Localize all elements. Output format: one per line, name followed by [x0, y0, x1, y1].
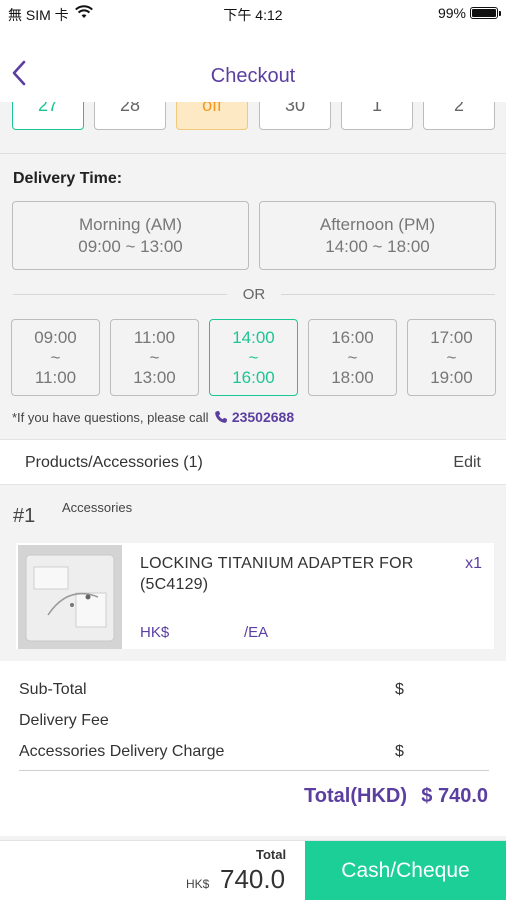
- slot-start: 11:00: [133, 328, 176, 347]
- date-chip[interactable]: 1: [341, 102, 413, 130]
- checkout-footer: Total HK$ 740.0 Cash/Cheque: [0, 840, 506, 900]
- item-index: #1: [13, 505, 36, 527]
- delivery-time-label: Delivery Time:: [13, 170, 123, 187]
- contact-note: *If you have questions, please call 2350…: [12, 409, 294, 425]
- accessories-charge-label: Accessories Delivery Charge: [19, 743, 225, 760]
- product-quantity: x1: [465, 555, 482, 572]
- battery-icon: [470, 7, 501, 19]
- morning-period-button[interactable]: Morning (AM) 09:00 ~ 13:00: [12, 201, 249, 270]
- pay-cash-cheque-button[interactable]: Cash/Cheque: [305, 841, 506, 900]
- slot-end: 16:00: [232, 368, 275, 387]
- product-thumbnail: [18, 545, 122, 649]
- slot-start: 09:00: [34, 328, 77, 347]
- status-bar: 無 SIM 卡 下午 4:12 99%: [0, 0, 506, 26]
- item-category: Accessories: [62, 500, 133, 515]
- date-selector: 27 28 off 30 1 2: [0, 102, 506, 154]
- accessories-charge-value: $: [395, 743, 404, 760]
- order-summary: Sub-Total $ Delivery Fee Accessories Del…: [0, 661, 506, 836]
- period-range: 09:00 ~ 13:00: [78, 237, 183, 256]
- date-chip[interactable]: 30: [259, 102, 331, 130]
- battery-percent: 99%: [437, 5, 466, 21]
- time-slot-button[interactable]: 11:00 ~ 13:00: [110, 319, 199, 396]
- products-header: Products/Accessories (1) Edit: [0, 439, 506, 485]
- phone-link[interactable]: 23502688: [232, 409, 294, 425]
- footer-total-label: Total: [256, 847, 287, 862]
- product-name: LOCKING TITANIUM ADAPTER FOR (5C4129): [140, 555, 414, 593]
- slot-sep: ~: [446, 348, 457, 367]
- subtotal-label: Sub-Total: [19, 681, 87, 698]
- subtotal-value: $: [395, 681, 404, 698]
- slot-end: 19:00: [430, 368, 473, 387]
- summary-divider: [19, 770, 489, 771]
- period-name: Morning (AM): [79, 215, 182, 234]
- date-chip[interactable]: 27: [12, 102, 84, 130]
- total-label: Total(HKD): [304, 785, 407, 807]
- edit-button[interactable]: Edit: [453, 454, 481, 472]
- slot-sep: ~: [248, 348, 259, 367]
- time-slot-button[interactable]: 09:00 ~ 11:00: [11, 319, 100, 396]
- slot-end: 13:00: [133, 368, 176, 387]
- period-name: Afternoon (PM): [319, 215, 436, 234]
- delivery-fee-label: Delivery Fee: [19, 712, 109, 729]
- slot-sep: ~: [347, 348, 358, 367]
- products-header-label: Products/Accessories (1): [25, 454, 203, 471]
- clock: 下午 4:12: [223, 7, 283, 23]
- footer-amount: 740.0: [220, 864, 286, 894]
- product-card[interactable]: LOCKING TITANIUM ADAPTER FOR (5C4129) x1…: [16, 543, 494, 649]
- product-currency: HK$: [140, 624, 170, 641]
- period-range: 14:00 ~ 18:00: [325, 237, 430, 256]
- product-unit: /EA: [244, 624, 269, 641]
- time-slot-button-selected[interactable]: 14:00 ~ 16:00: [209, 319, 298, 396]
- note-text: *If you have questions, please call: [12, 410, 209, 425]
- slot-sep: ~: [50, 348, 61, 367]
- footer-currency: HK$: [186, 877, 210, 891]
- date-chip[interactable]: 2: [423, 102, 495, 130]
- time-slot-button[interactable]: 17:00 ~ 19:00: [407, 319, 496, 396]
- date-chip[interactable]: 28: [94, 102, 166, 130]
- slot-start: 17:00: [430, 328, 473, 347]
- slot-sep: ~: [149, 348, 160, 367]
- afternoon-period-button[interactable]: Afternoon (PM) 14:00 ~ 18:00: [259, 201, 496, 270]
- slot-end: 18:00: [331, 368, 374, 387]
- or-divider: OR: [13, 284, 495, 304]
- nav-bar: Checkout: [0, 26, 506, 102]
- page-title: Checkout: [210, 65, 296, 87]
- slot-start: 16:00: [331, 328, 374, 347]
- slot-end: 11:00: [34, 368, 77, 387]
- date-chip-off[interactable]: off: [176, 102, 248, 130]
- slot-start: 14:00: [232, 328, 275, 347]
- time-slot-button[interactable]: 16:00 ~ 18:00: [308, 319, 397, 396]
- phone-icon: [215, 411, 228, 423]
- total-value: $ 740.0: [421, 785, 488, 807]
